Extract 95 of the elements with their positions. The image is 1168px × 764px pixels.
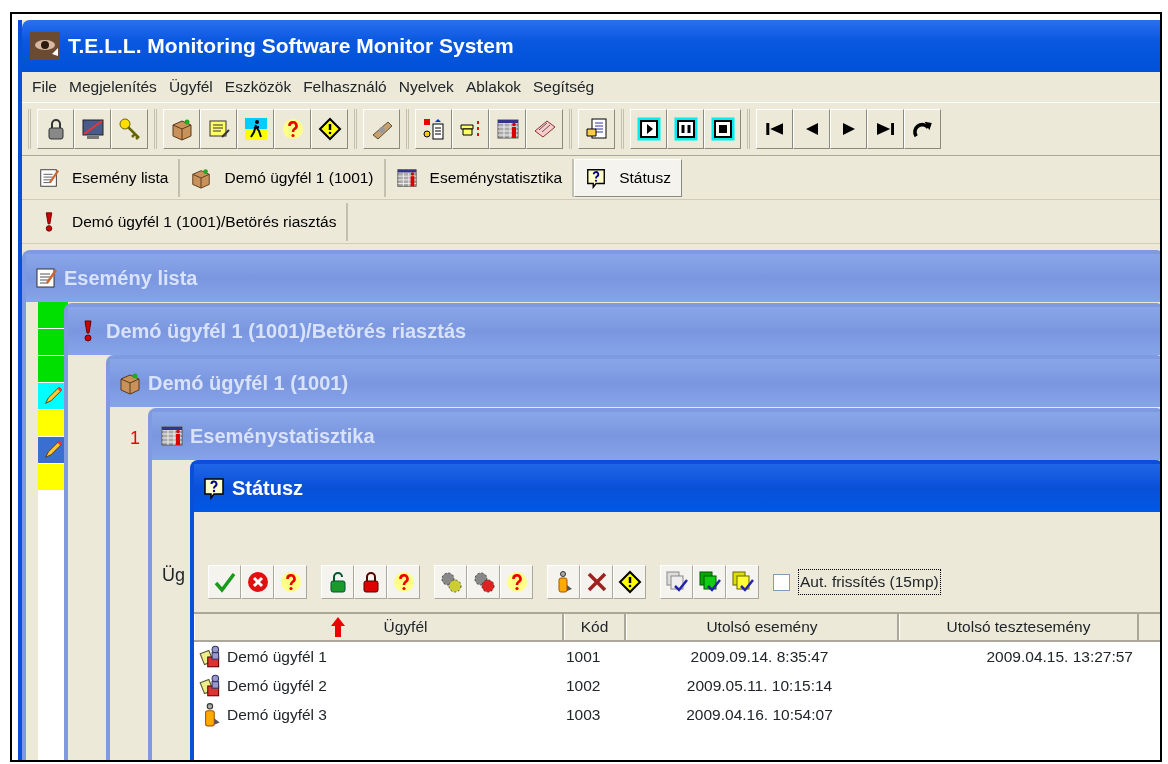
column-header[interactable]: Ügyfél <box>194 614 564 640</box>
key-icon <box>117 117 142 141</box>
toolbar-button[interactable] <box>74 109 111 149</box>
toolbar-button[interactable] <box>756 109 793 149</box>
menu-item[interactable]: Felhasználó <box>297 75 393 99</box>
menu-item[interactable]: Segítség <box>527 75 601 99</box>
table-cell-text: 2009.09.14. 8:35:47 <box>690 646 829 667</box>
document-icon <box>584 117 609 141</box>
table-cell-text: 1001 <box>566 646 601 667</box>
toolbar-button[interactable] <box>311 109 348 149</box>
pause-icon <box>673 117 698 141</box>
toolbar-button[interactable] <box>667 109 704 149</box>
menu-item[interactable]: Ablakok <box>459 75 528 99</box>
walking-person-icon <box>243 117 268 141</box>
toolbar-button[interactable] <box>354 565 387 599</box>
toolbar-button[interactable] <box>830 109 867 149</box>
child-window-title: Demó ügyfél 1 (1001)/Betörés riasztás <box>106 318 467 344</box>
child-window-title: Státusz <box>232 476 304 501</box>
warning-icon <box>317 117 342 141</box>
warning-icon <box>617 570 642 594</box>
pages-icon <box>697 570 722 594</box>
column-header[interactable]: Utolsó esemény <box>626 614 899 640</box>
window-tab[interactable]: Demó ügyfél 1 (1001)/Betörés riasztás <box>28 202 349 241</box>
column-header[interactable]: Utolsó tesztesemény <box>899 614 1139 640</box>
column-header: Üg <box>162 563 185 587</box>
toolbar-button[interactable] <box>904 109 941 149</box>
help-bubble-icon <box>585 166 608 189</box>
table-cell-text: Demó ügyfél 1 <box>227 646 327 667</box>
menu-item[interactable]: Ügyfél <box>162 75 219 99</box>
column-header[interactable]: Kód <box>564 614 626 640</box>
menu-item[interactable]: Nyelvek <box>392 75 460 99</box>
toolbar-button[interactable] <box>613 565 646 599</box>
child-window-title: Eseménystatisztika <box>190 423 375 449</box>
table-cell-text: Demó ügyfél 2 <box>227 675 327 696</box>
toolbar-button[interactable] <box>237 109 274 149</box>
refresh-icon <box>912 120 933 138</box>
window-tab[interactable]: Esemény lista <box>28 158 181 197</box>
menu-item[interactable]: Megjelenítés <box>63 75 163 99</box>
question-icon <box>504 570 529 594</box>
toolbar-button[interactable] <box>630 109 667 149</box>
table-icon <box>495 117 520 141</box>
question-icon <box>280 117 305 141</box>
menu-item[interactable]: Eszközök <box>218 75 298 99</box>
skip-to-start-icon <box>765 123 784 135</box>
toolbar-button[interactable] <box>467 565 500 599</box>
toolbar-button[interactable] <box>693 565 726 599</box>
toolbar-button[interactable] <box>660 565 693 599</box>
menu-item[interactable]: File <box>26 75 63 99</box>
toolbar-button[interactable] <box>489 109 526 149</box>
toolbar-button[interactable] <box>867 109 904 149</box>
toolbar-button[interactable] <box>321 565 354 599</box>
help-bubble-icon <box>202 476 226 500</box>
toolbar-button[interactable] <box>704 109 741 149</box>
notepad-icon <box>34 266 58 290</box>
pages-icon <box>730 570 755 594</box>
error-icon <box>245 570 270 594</box>
document-icon <box>421 117 446 141</box>
toolbar-button[interactable] <box>580 565 613 599</box>
check-icon <box>212 570 237 594</box>
child-window-title: Demó ügyfél 1 (1001) <box>148 371 349 396</box>
table-cell-text: Demó ügyfél 3 <box>227 704 327 725</box>
box-icon <box>190 166 213 189</box>
sort-arrow-icon <box>329 616 346 638</box>
table-icon <box>395 166 418 189</box>
stop-icon <box>710 117 735 141</box>
toolbar-button[interactable] <box>726 565 759 599</box>
table-cell-text: 2009.04.16. 10:54:07 <box>686 704 833 725</box>
table-cell-text: 2009.05.11. 10:15:14 <box>686 675 833 696</box>
notepad-icon <box>38 166 60 189</box>
box-icon <box>169 117 194 141</box>
count-text: 1 <box>130 427 140 450</box>
play-icon <box>636 117 661 141</box>
window-title: T.E.L.L. Monitoring Software Monitor System <box>68 33 514 60</box>
monitor-icon <box>80 117 105 141</box>
question-icon <box>391 570 416 594</box>
toolbar-button[interactable] <box>37 109 74 149</box>
table-cell-text: 1003 <box>566 704 601 725</box>
table-cell-text: 2009.04.15. 13:27:57 <box>986 646 1133 667</box>
window-tab[interactable]: Demó ügyfél 1 (1001) <box>180 158 386 197</box>
previous-icon <box>805 123 818 135</box>
child-window-title: Esemény lista <box>64 266 198 291</box>
pages-icon <box>664 570 689 594</box>
checkbox[interactable] <box>773 573 790 591</box>
toolbar-button[interactable] <box>111 109 148 149</box>
eye-icon <box>30 32 60 60</box>
box-icon <box>118 371 142 395</box>
checkbox-label[interactable]: Aut. frissítés (15mp) <box>798 569 941 595</box>
next-icon <box>842 123 855 135</box>
window-tab[interactable]: Státusz <box>574 158 682 197</box>
question-icon <box>278 570 303 594</box>
table-icon <box>160 423 184 448</box>
toolbar-button[interactable] <box>793 109 830 149</box>
skip-to-end-icon <box>876 123 895 135</box>
toolbar-button[interactable] <box>163 109 200 149</box>
table-cell-text: 1002 <box>566 675 601 696</box>
